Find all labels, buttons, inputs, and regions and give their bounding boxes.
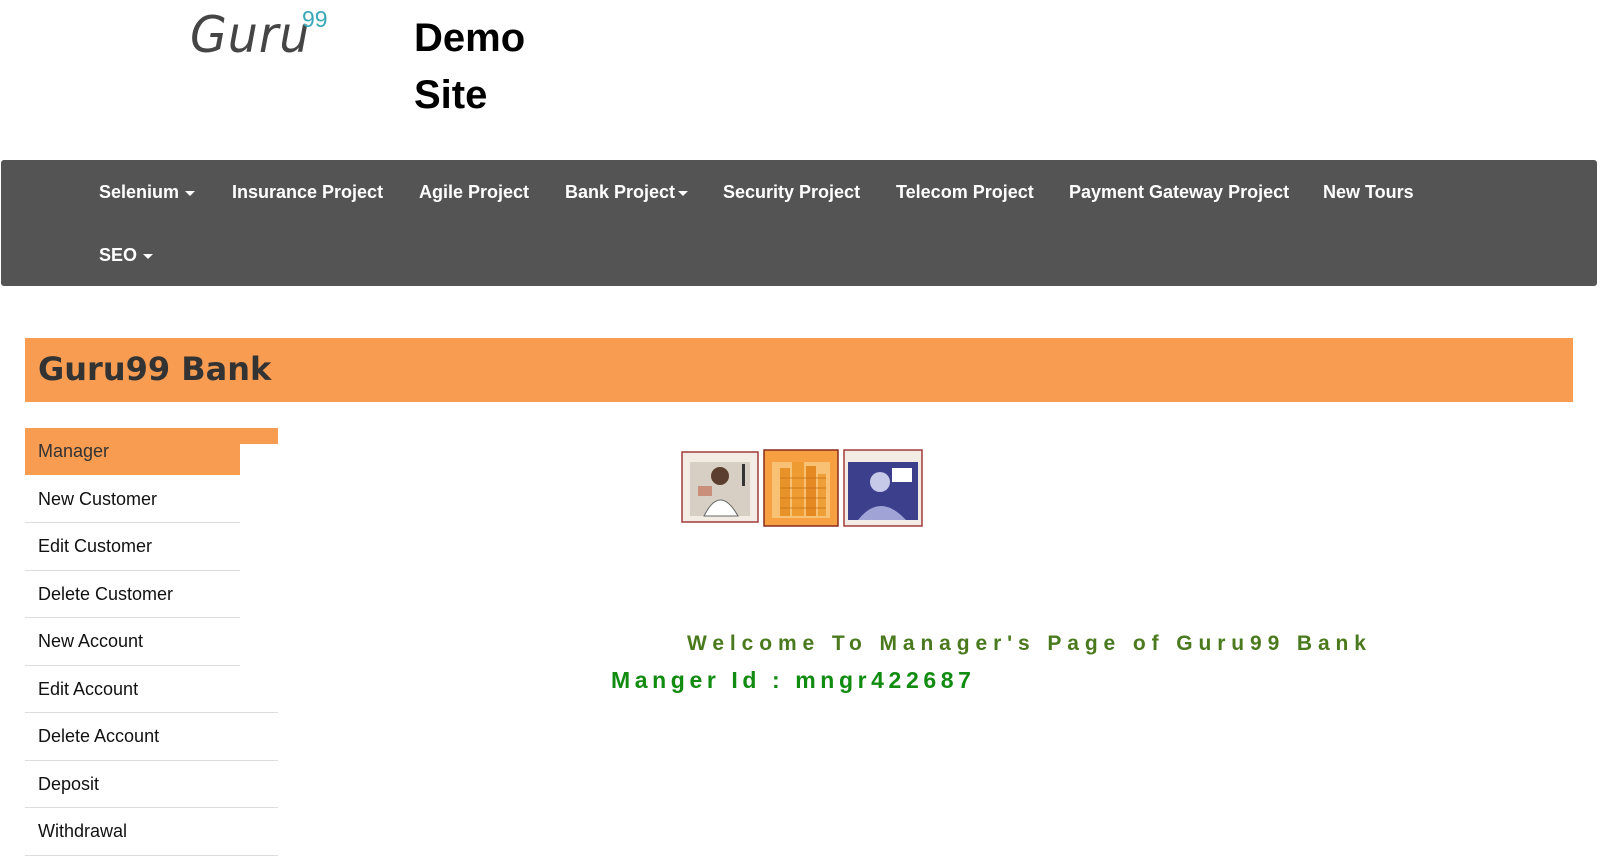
bank-banner-images — [681, 449, 923, 527]
nav-item-telecom-project[interactable]: Telecom Project — [896, 182, 1034, 203]
caret-down-icon — [143, 253, 154, 259]
welcome-message: Welcome To Manager's Page of Guru99 Bank — [687, 632, 1372, 655]
manager-id-text: Manger Id : mngr422687 — [611, 667, 976, 693]
sidebar-item-deposit[interactable]: Deposit — [25, 761, 278, 808]
nav-label: Payment Gateway Project — [1069, 182, 1290, 202]
bank-banner: Guru99 Bank — [25, 338, 1573, 402]
sidebar-item-manager[interactable]: Manager — [25, 428, 240, 475]
guru99-logo[interactable]: Guru 99 — [190, 4, 340, 70]
logo-superscript: 99 — [302, 6, 328, 32]
sidebar-item-new-account[interactable]: New Account — [25, 618, 240, 665]
nav-item-insurance-project[interactable]: Insurance Project — [232, 182, 383, 203]
sidebar-item-edit-account[interactable]: Edit Account — [25, 666, 240, 713]
sidebar-item-label: Delete Customer — [38, 584, 174, 604]
sidebar-item-label: Withdrawal — [38, 821, 128, 841]
site-title-line2: Site — [414, 73, 488, 117]
main-navbar: Selenium Insurance Project Agile Project… — [1, 160, 1597, 286]
sidebar-item-withdrawal[interactable]: Withdrawal — [25, 808, 278, 855]
caret-down-icon — [678, 190, 689, 196]
sidebar-item-label: Edit Customer — [38, 536, 153, 556]
site-title: Demo Site — [414, 10, 614, 124]
businessman-photo — [681, 451, 759, 523]
nav-label: Telecom Project — [896, 182, 1034, 202]
sidebar-item-label: New Customer — [38, 489, 158, 509]
nav-item-security-project[interactable]: Security Project — [723, 182, 860, 203]
sidebar-item-new-customer[interactable]: New Customer — [25, 476, 240, 523]
nav-label: Agile Project — [419, 182, 530, 202]
nav-label: SEO — [99, 245, 138, 265]
sidebar-item-delete-customer[interactable]: Delete Customer — [25, 571, 240, 618]
sidebar-item-edit-customer[interactable]: Edit Customer — [25, 523, 240, 570]
sidebar-item-label: Edit Account — [38, 679, 139, 699]
nav-item-bank-project[interactable]: Bank Project — [565, 182, 689, 203]
sidebar-item-label: Delete Account — [38, 726, 160, 746]
sidebar-divider — [25, 855, 278, 856]
nav-item-seo[interactable]: SEO — [99, 245, 154, 266]
sidebar-item-delete-account[interactable]: Delete Account — [25, 713, 278, 760]
sidebar-item-label: New Account — [38, 631, 144, 651]
customer-photo — [843, 449, 923, 527]
site-title-line1: Demo — [414, 16, 526, 60]
nav-label: New Tours — [1323, 182, 1414, 202]
nav-item-payment-gateway-project[interactable]: Payment Gateway Project — [1069, 182, 1289, 203]
nav-label: Bank Project — [565, 182, 676, 202]
bank-title: Guru99 Bank — [38, 350, 272, 388]
caret-down-icon — [185, 190, 196, 196]
nav-item-agile-project[interactable]: Agile Project — [419, 182, 529, 203]
coin-stacks-photo — [763, 449, 839, 527]
sidebar-item-label: Deposit — [38, 774, 100, 794]
nav-label: Security Project — [723, 182, 861, 202]
nav-item-selenium[interactable]: Selenium — [99, 182, 196, 203]
sidebar-item-label: Manager — [38, 441, 110, 461]
nav-label: Insurance Project — [232, 182, 384, 202]
nav-label: Selenium — [99, 182, 180, 202]
nav-item-new-tours[interactable]: New Tours — [1323, 182, 1414, 203]
logo-text: Guru — [190, 6, 311, 64]
